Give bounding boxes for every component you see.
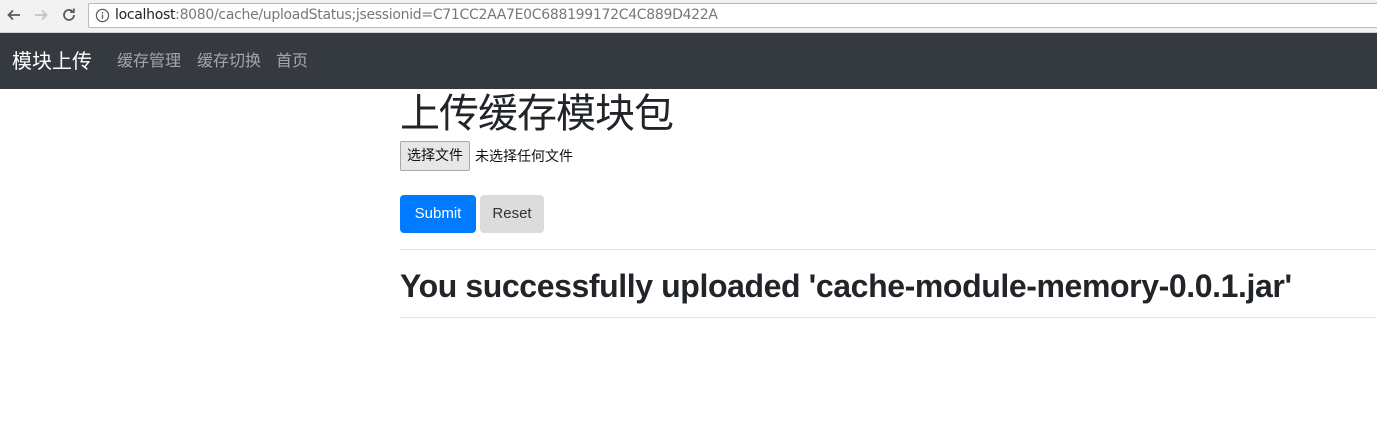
url-path: :8080/cache/uploadStatus;jsessionid=C71C… (175, 7, 718, 23)
file-status-text: 未选择任何文件 (475, 149, 573, 165)
address-bar[interactable]: localhost:8080/cache/uploadStatus;jsessi… (88, 3, 1377, 28)
navbar-brand[interactable]: 模块上传 (12, 50, 92, 74)
choose-file-button[interactable]: 选择文件 (400, 141, 470, 171)
reload-icon[interactable] (58, 4, 80, 26)
forward-arrow-icon[interactable] (30, 4, 52, 26)
url-text[interactable]: localhost:8080/cache/uploadStatus;jsessi… (115, 7, 718, 24)
divider-top (400, 249, 1377, 250)
app-navbar: 模块上传 缓存管理 缓存切换 首页 (0, 33, 1377, 89)
browser-toolbar: localhost:8080/cache/uploadStatus;jsessi… (0, 0, 1377, 33)
divider-bottom (400, 317, 1377, 318)
reset-button[interactable]: Reset (480, 195, 544, 233)
page-title: 上传缓存模块包 (400, 92, 674, 136)
back-arrow-icon[interactable] (3, 4, 25, 26)
nav-link-cache-management[interactable]: 缓存管理 (117, 52, 181, 72)
info-icon[interactable] (95, 8, 110, 23)
file-input[interactable]: 选择文件 未选择任何文件 (400, 141, 573, 171)
submit-button[interactable]: Submit (400, 195, 476, 233)
url-host: localhost (115, 7, 176, 23)
nav-link-home[interactable]: 首页 (276, 52, 308, 72)
upload-success-message: You successfully uploaded 'cache-module-… (400, 268, 1292, 304)
nav-link-cache-switch[interactable]: 缓存切换 (197, 52, 261, 72)
